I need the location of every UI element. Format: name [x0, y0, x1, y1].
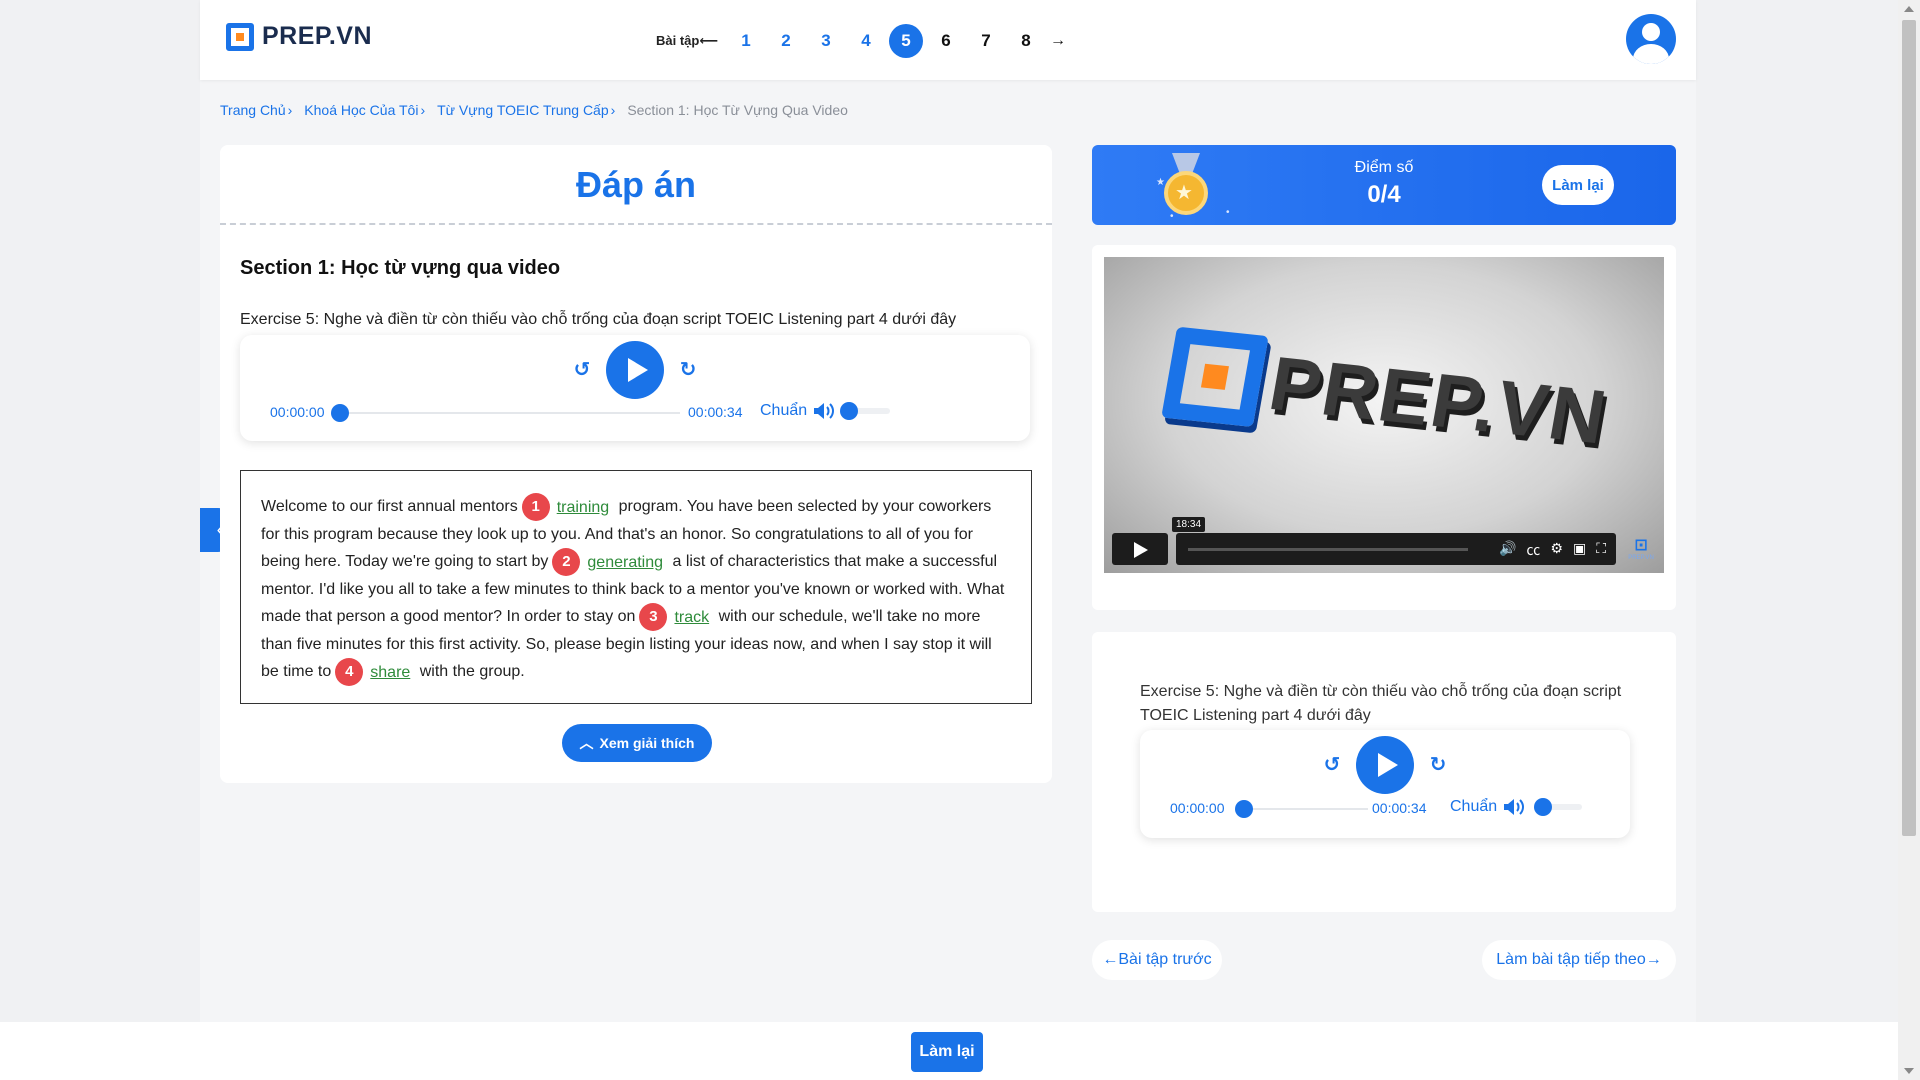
breadcrumb-separator-icon: ›	[610, 102, 616, 118]
page-scrollbar[interactable]	[1898, 0, 1920, 1080]
retry-button[interactable]: Làm lại	[1542, 165, 1614, 205]
pager-label: Bài tập⟵	[656, 33, 718, 48]
video-card: PREP.VN 18:34 🔊 ㏄ ⚙ ▣ ⛶ ⊡ PREP.VN	[1092, 245, 1676, 610]
user-avatar[interactable]	[1626, 14, 1676, 64]
rewind-5-icon[interactable]: ↺	[572, 360, 592, 380]
breadcrumb: Trang Chủ › Khoá Học Của Tôi › Từ Vựng TOE…	[220, 102, 848, 118]
chevron-up-icon: ︿	[579, 735, 594, 751]
blank-answer-word: track	[674, 608, 710, 626]
side-playback-speed-select[interactable]: Chuẩn	[1450, 798, 1497, 816]
audio-player: ↺ ↻ 00:00:00 00:00:34 Chuẩn	[240, 335, 1030, 441]
captions-icon[interactable]: ㏄	[1526, 540, 1540, 560]
next-exercise-button[interactable]: Làm bài tập tiếp theo→	[1482, 940, 1676, 980]
volume-icon[interactable]	[812, 401, 836, 421]
pager-item-6[interactable]: 6	[929, 24, 963, 58]
audio-duration: 00:00:34	[688, 404, 743, 420]
side-audio-current-time: 00:00:00	[1170, 800, 1225, 816]
blank-answer-word: training	[556, 498, 610, 516]
video-progress-track[interactable]	[1188, 548, 1468, 551]
answer-blank-2: 2 generating	[552, 548, 664, 576]
answer-card: Đáp án Section 1: Học từ vựng qua video …	[220, 145, 1052, 783]
audio-seek-handle[interactable]	[331, 404, 349, 422]
breadcrumb-separator-icon: ›	[287, 102, 293, 118]
pager-item-1[interactable]: 1	[729, 24, 763, 58]
video-brand-icon[interactable]: ⊡ PREP.VN	[1628, 535, 1654, 565]
side-exercise-card: Exercise 5: Nghe và điền từ còn thiếu và…	[1092, 632, 1676, 912]
forward-5-icon[interactable]: ↻	[678, 360, 698, 380]
prep-logo-icon	[1161, 326, 1269, 428]
pager-item-2[interactable]: 2	[769, 24, 803, 58]
volume-icon[interactable]: 🔊	[1499, 540, 1516, 560]
video-timestamp-tooltip: 18:34	[1172, 517, 1206, 532]
video-play-button[interactable]	[1112, 533, 1168, 565]
show-explanation-label: Xem giải thích	[599, 735, 695, 751]
playback-speed-select[interactable]: Chuẩn	[760, 402, 807, 420]
pager-item-5-active[interactable]: 5	[888, 24, 923, 58]
passage-box: Welcome to our first annual mentors 1 trai…	[240, 470, 1032, 704]
logo-icon	[226, 22, 254, 51]
bottom-bar: Làm lại	[0, 1022, 1898, 1080]
pager-item-8[interactable]: 8	[1009, 24, 1043, 58]
video-logo-text: PREP.VN	[1263, 340, 1615, 460]
side-volume-slider-handle[interactable]	[1534, 798, 1552, 816]
rewind-5-icon[interactable]: ↺	[1322, 755, 1342, 775]
breadcrumb-course[interactable]: Từ Vựng TOEIC Trung Cấp	[437, 102, 609, 118]
side-audio-seek-handle[interactable]	[1235, 800, 1253, 818]
side-exercise-instruction: Exercise 5: Nghe và điền từ còn thiếu và…	[1140, 683, 1622, 724]
fullscreen-icon[interactable]: ⛶	[1596, 540, 1606, 560]
video-control-bar: 🔊 ㏄ ⚙ ▣ ⛶	[1176, 533, 1616, 565]
logo-text: PREP.VN	[262, 22, 373, 50]
passage-text: with the group.	[419, 663, 525, 680]
pager-next-arrow-icon[interactable]: →	[1050, 32, 1066, 50]
video-player[interactable]: PREP.VN 18:34 🔊 ㏄ ⚙ ▣ ⛶ ⊡ PREP.VN	[1104, 257, 1664, 573]
pager-item-7[interactable]: 7	[969, 24, 1003, 58]
answer-blank-4: 4 share	[335, 658, 411, 686]
breadcrumb-my-courses[interactable]: Khoá Học Của Tôi	[304, 102, 418, 118]
blank-number-badge: 4	[335, 658, 364, 686]
picture-in-picture-icon[interactable]: ▣	[1573, 540, 1586, 560]
audio-seek-track[interactable]	[340, 412, 680, 414]
top-header: PREP.VN Bài tập⟵ 1 2 3 4 5 6 7 8 →	[200, 0, 1696, 80]
blank-number-badge: 2	[552, 548, 581, 576]
pager-item-3[interactable]: 3	[809, 24, 843, 58]
score-card: ★ ★ • • Điểm số 0/4 Làm lại	[1092, 145, 1676, 225]
video-thumbnail-logo: PREP.VN	[1161, 326, 1615, 464]
volume-slider-handle[interactable]	[840, 402, 858, 420]
side-audio-seek-track[interactable]	[1244, 808, 1368, 810]
volume-icon[interactable]	[1502, 797, 1526, 817]
footer-retry-button[interactable]: Làm lại	[911, 1032, 983, 1072]
blank-number-badge: 3	[639, 603, 668, 631]
settings-gear-icon[interactable]: ⚙	[1550, 540, 1563, 560]
breadcrumb-separator-icon: ›	[420, 102, 426, 118]
show-explanation-button[interactable]: ︿ Xem giải thích	[562, 724, 712, 762]
logo[interactable]: PREP.VN	[226, 22, 372, 51]
breadcrumb-home[interactable]: Trang Chủ	[220, 102, 286, 118]
section-title: Section 1: Học từ vựng qua video	[240, 257, 561, 279]
scroll-up-icon[interactable]	[1904, 6, 1914, 12]
pager-item-4[interactable]: 4	[849, 24, 883, 58]
previous-exercise-button[interactable]: ←Bài tập trước	[1092, 940, 1222, 980]
blank-number-badge: 1	[521, 493, 550, 521]
exercise-pager: Bài tập⟵ 1 2 3 4 5 6 7 8 →	[656, 24, 1066, 58]
answer-title: Đáp án	[220, 145, 1052, 225]
play-button[interactable]	[606, 341, 664, 399]
breadcrumb-current: Section 1: Học Từ Vựng Qua Video	[627, 102, 848, 118]
blank-answer-word: share	[370, 663, 411, 681]
answer-blank-1: 1 training	[521, 493, 610, 521]
sparkle-icon: •	[1170, 211, 1174, 222]
blank-answer-word: generating	[587, 553, 664, 571]
answer-blank-3: 3 track	[639, 603, 710, 631]
side-audio-player: ↺ ↻ 00:00:00 00:00:34 Chuẩn	[1140, 730, 1630, 838]
scroll-down-icon[interactable]	[1904, 1068, 1914, 1074]
exercise-instruction: Exercise 5: Nghe và điền từ còn thiếu và…	[240, 311, 957, 328]
side-play-button[interactable]	[1356, 736, 1414, 794]
forward-5-icon[interactable]: ↻	[1428, 755, 1448, 775]
passage-text: Welcome to our first annual mentors	[261, 498, 518, 515]
side-audio-duration: 00:00:34	[1372, 800, 1427, 816]
scrollbar-thumb[interactable]	[1902, 20, 1916, 836]
audio-current-time: 00:00:00	[270, 404, 325, 420]
